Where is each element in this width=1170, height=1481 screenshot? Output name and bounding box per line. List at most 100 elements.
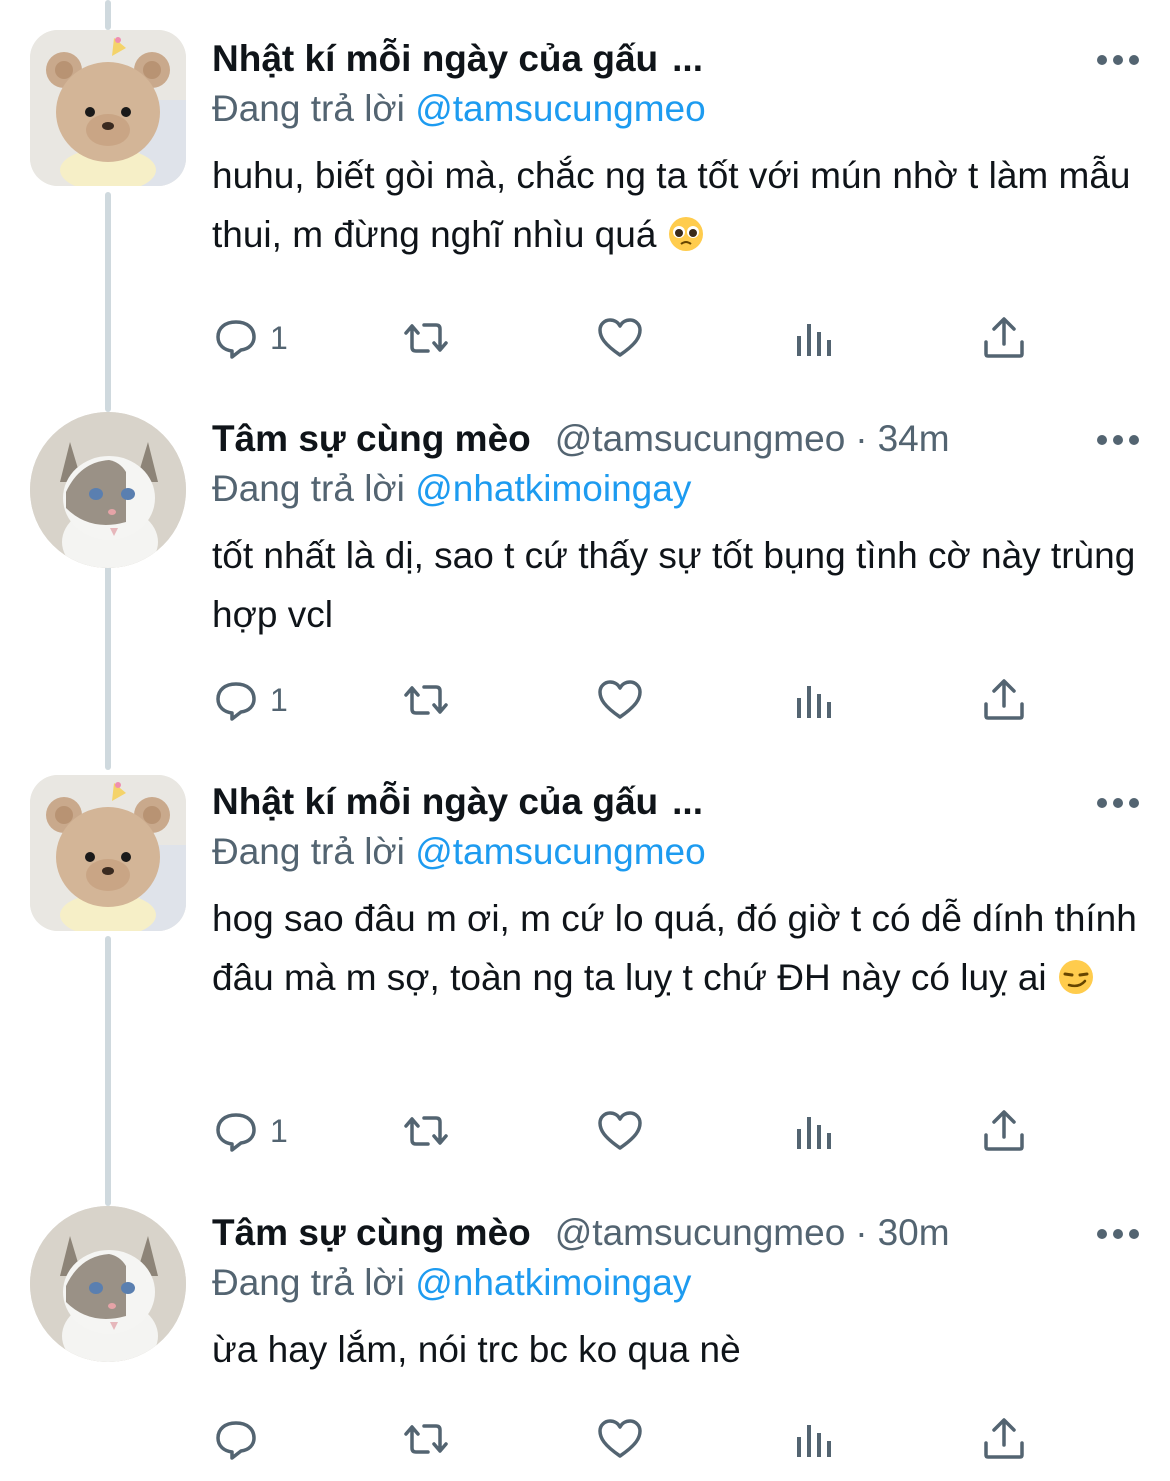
bear-avatar-image bbox=[30, 775, 186, 931]
reply-mention-link[interactable]: @nhatkimoingay bbox=[415, 468, 691, 509]
reply-prefix: Đang trả lời bbox=[212, 831, 405, 872]
reply-bubble-icon bbox=[216, 320, 256, 359]
heart-icon bbox=[598, 680, 642, 719]
tweet-actions: 1 bbox=[212, 308, 1052, 368]
name-truncation: ... bbox=[672, 38, 703, 79]
tweet-body: tốt nhất là dị, sao t cứ thấy sự tốt bụn… bbox=[212, 535, 1136, 635]
share-button[interactable] bbox=[980, 1101, 1028, 1161]
like-button[interactable] bbox=[596, 308, 644, 368]
more-dots-icon[interactable] bbox=[1096, 1228, 1140, 1240]
more-dots-icon[interactable] bbox=[1096, 54, 1140, 66]
like-button[interactable] bbox=[596, 670, 644, 730]
bear-avatar-image bbox=[30, 30, 186, 186]
reply-mention-link[interactable]: @tamsucungmeo bbox=[415, 831, 706, 872]
reply-prefix: Đang trả lời bbox=[212, 468, 405, 509]
views-bars-icon bbox=[797, 686, 831, 718]
reply-button[interactable]: 1 bbox=[212, 670, 288, 730]
separator-dot: · bbox=[855, 418, 868, 459]
share-button[interactable] bbox=[980, 670, 1028, 730]
reply-context: Đang trả lời @nhatkimoingay bbox=[212, 468, 1140, 520]
thread-line bbox=[105, 545, 111, 770]
reply-context: Đang trả lời @tamsucungmeo bbox=[212, 88, 1140, 140]
views-bars-icon bbox=[797, 324, 831, 356]
reply-mention-link[interactable]: @nhatkimoingay bbox=[415, 1262, 691, 1303]
like-button[interactable] bbox=[596, 1409, 644, 1469]
reply-bubble-icon bbox=[216, 1421, 256, 1460]
retweet-button[interactable] bbox=[402, 308, 450, 368]
timestamp[interactable]: 30m bbox=[878, 1212, 950, 1254]
reply-bubble-icon bbox=[216, 682, 256, 721]
share-upload-icon bbox=[984, 1418, 1024, 1459]
smirking-face-emoji-icon bbox=[1058, 960, 1093, 994]
tweet-text: tốt nhất là dị, sao t cứ thấy sự tốt bụn… bbox=[212, 526, 1140, 644]
display-name[interactable]: Tâm sự cùng mèo bbox=[212, 1212, 531, 1254]
like-button[interactable] bbox=[596, 1101, 644, 1161]
tweet-text: hog sao đâu m ơi, m cứ lo quá, đó giờ t … bbox=[212, 889, 1140, 1007]
views-bars-icon bbox=[797, 1117, 831, 1149]
cat-avatar-image bbox=[30, 1206, 186, 1362]
reply-context: Đang trả lời @tamsucungmeo bbox=[212, 831, 1140, 883]
views-button[interactable] bbox=[790, 1101, 838, 1161]
cat-avatar-image bbox=[30, 412, 186, 568]
retweet-button[interactable] bbox=[402, 1409, 450, 1469]
tweet-text: ừa hay lắm, nói trc bc ko qua nè bbox=[212, 1320, 1140, 1379]
reply-count: 1 bbox=[270, 1112, 288, 1149]
separator-dot: · bbox=[855, 1212, 868, 1253]
tweet-actions: 1 bbox=[212, 670, 1052, 730]
share-upload-icon bbox=[984, 317, 1024, 358]
views-button[interactable] bbox=[790, 1409, 838, 1469]
reply-count: 1 bbox=[270, 681, 288, 718]
heart-icon bbox=[598, 1419, 642, 1458]
tweet-header: Tâm sự cùng mèo @tamsucungmeo · 34m bbox=[212, 418, 1140, 468]
display-name[interactable]: Tâm sự cùng mèo bbox=[212, 418, 531, 460]
retweet-button[interactable] bbox=[402, 670, 450, 730]
reply-button[interactable]: 1 bbox=[212, 1101, 288, 1161]
avatar[interactable] bbox=[30, 412, 186, 568]
heart-icon bbox=[598, 1111, 642, 1150]
reply-button[interactable]: 1 bbox=[212, 308, 288, 368]
pleading-face-emoji-icon bbox=[668, 217, 703, 251]
user-handle[interactable]: @tamsucungmeo bbox=[555, 418, 846, 460]
share-upload-icon bbox=[984, 1110, 1024, 1151]
name-truncation: ... bbox=[672, 781, 703, 822]
avatar[interactable] bbox=[30, 30, 186, 186]
retweet-icon bbox=[404, 685, 448, 715]
tweet-header: Nhật kí mỗi ngày của gấu ... bbox=[212, 38, 1140, 88]
avatar[interactable] bbox=[30, 775, 186, 931]
reply-mention-link[interactable]: @tamsucungmeo bbox=[415, 88, 706, 129]
display-name[interactable]: Nhật kí mỗi ngày của gấu bbox=[212, 38, 658, 80]
avatar[interactable] bbox=[30, 1206, 186, 1362]
thread-line bbox=[105, 0, 111, 30]
tweet-text: huhu, biết gòi mà, chắc ng ta tốt với mú… bbox=[212, 146, 1140, 264]
reply-count: 1 bbox=[270, 319, 288, 356]
views-button[interactable] bbox=[790, 670, 838, 730]
retweet-icon bbox=[404, 1424, 448, 1454]
thread-line bbox=[105, 192, 111, 412]
reply-button[interactable] bbox=[212, 1409, 270, 1469]
reply-prefix: Đang trả lời bbox=[212, 1262, 405, 1303]
retweet-icon bbox=[404, 1116, 448, 1146]
views-button[interactable] bbox=[790, 308, 838, 368]
reply-prefix: Đang trả lời bbox=[212, 88, 405, 129]
tweet-header: Nhật kí mỗi ngày của gấu ... bbox=[212, 781, 1140, 831]
tweet-body: hog sao đâu m ơi, m cứ lo quá, đó giờ t … bbox=[212, 898, 1137, 998]
retweet-icon bbox=[404, 323, 448, 353]
display-name[interactable]: Nhật kí mỗi ngày của gấu bbox=[212, 781, 658, 823]
tweet-header: Tâm sự cùng mèo @tamsucungmeo · 30m bbox=[212, 1212, 1140, 1262]
share-upload-icon bbox=[984, 679, 1024, 720]
views-bars-icon bbox=[797, 1425, 831, 1457]
tweet-actions: 1 bbox=[212, 1101, 1052, 1161]
tweet-actions bbox=[212, 1409, 1052, 1469]
user-handle[interactable]: @tamsucungmeo bbox=[555, 1212, 846, 1254]
retweet-button[interactable] bbox=[402, 1101, 450, 1161]
more-dots-icon[interactable] bbox=[1096, 434, 1140, 446]
share-button[interactable] bbox=[980, 1409, 1028, 1469]
reply-bubble-icon bbox=[216, 1113, 256, 1152]
more-dots-icon[interactable] bbox=[1096, 797, 1140, 809]
tweet-body: ừa hay lắm, nói trc bc ko qua nè bbox=[212, 1329, 741, 1370]
timestamp[interactable]: 34m bbox=[878, 418, 950, 460]
thread-line bbox=[105, 936, 111, 1206]
reply-context: Đang trả lời @nhatkimoingay bbox=[212, 1262, 1140, 1314]
heart-icon bbox=[598, 318, 642, 357]
share-button[interactable] bbox=[980, 308, 1028, 368]
